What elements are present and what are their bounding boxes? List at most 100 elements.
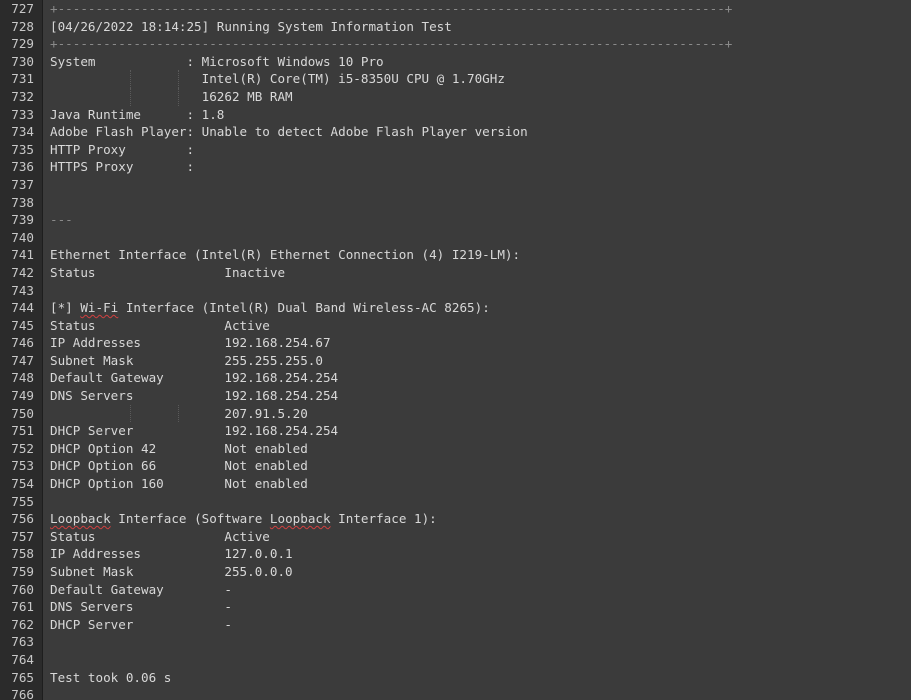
text-segment: [*] bbox=[50, 300, 81, 316]
line-number: 744 bbox=[11, 300, 34, 316]
code-line: 735 HTTP Proxy : bbox=[0, 141, 911, 159]
line-text: Subnet Mask 255.255.255.0 bbox=[50, 352, 323, 368]
line-number: 762 bbox=[11, 616, 34, 632]
text-segment: Interface (Intel(R) Dual Band Wireless-A… bbox=[118, 300, 490, 316]
code-line: 753 DHCP Option 66 Not enabled bbox=[0, 457, 911, 475]
code-line: 746 IP Addresses 192.168.254.67 bbox=[0, 334, 911, 352]
line-number: 728 bbox=[11, 18, 34, 34]
line-text: +---------------------------------------… bbox=[50, 1, 733, 16]
line-text: +---------------------------------------… bbox=[50, 36, 733, 52]
code-line: 762 DHCP Server - bbox=[0, 616, 911, 634]
code-line: 739 --- bbox=[0, 211, 911, 229]
line-text: Java Runtime : 1.8 bbox=[50, 106, 225, 122]
line-text: Status Active bbox=[50, 317, 270, 333]
code-line: 766 bbox=[0, 686, 911, 700]
indent-guide bbox=[178, 70, 179, 88]
code-line: 742 Status Inactive bbox=[0, 264, 911, 282]
line-text: Loopback Interface (Software Loopback In… bbox=[50, 510, 437, 528]
code-line: 749 DNS Servers 192.168.254.254 bbox=[0, 387, 911, 405]
line-text: Status Inactive bbox=[50, 264, 286, 280]
code-line: 734 Adobe Flash Player: Unable to detect … bbox=[0, 123, 911, 141]
code-line: 750 207.91.5.20 bbox=[0, 404, 911, 423]
code-line: 740 bbox=[0, 229, 911, 247]
code-line: 756 Loopback Interface (Software Loopback… bbox=[0, 510, 911, 528]
line-number: 766 bbox=[11, 687, 34, 700]
line-number: 735 bbox=[11, 141, 34, 157]
code-line: 732 16262 MB RAM bbox=[0, 87, 911, 106]
line-text: Default Gateway 192.168.254.254 bbox=[50, 370, 339, 386]
line-number: 760 bbox=[11, 581, 34, 597]
code-line: 729 +------------------------------------… bbox=[0, 35, 911, 53]
code-area[interactable]: 727 +------------------------------------… bbox=[0, 0, 911, 700]
code-line: 731 Intel(R) Core(TM) i5-8350U CPU @ 1.7… bbox=[0, 70, 911, 88]
line-number: 765 bbox=[11, 669, 34, 685]
line-number: 738 bbox=[11, 194, 34, 210]
line-number: 743 bbox=[11, 282, 34, 298]
code-line: 765 Test took 0.06 s bbox=[0, 669, 911, 687]
code-line: 754 DHCP Option 160 Not enabled bbox=[0, 475, 911, 493]
code-line: 761 DNS Servers - bbox=[0, 598, 911, 616]
line-text: Test took 0.06 s bbox=[50, 669, 172, 685]
line-number: 751 bbox=[11, 423, 34, 439]
line-number: 755 bbox=[11, 493, 34, 509]
indent-guide bbox=[130, 87, 131, 106]
line-text: DHCP Option 160 Not enabled bbox=[50, 476, 308, 492]
code-line: 759 Subnet Mask 255.0.0.0 bbox=[0, 563, 911, 581]
line-number: 754 bbox=[11, 476, 34, 492]
code-line: 764 bbox=[0, 651, 911, 669]
code-line: 733 Java Runtime : 1.8 bbox=[0, 106, 911, 124]
code-line: 745 Status Active bbox=[0, 317, 911, 335]
line-number: 750 bbox=[11, 405, 34, 421]
indent-guide bbox=[178, 87, 179, 106]
code-line: 748 Default Gateway 192.168.254.254 bbox=[0, 369, 911, 387]
line-text: Subnet Mask 255.0.0.0 bbox=[50, 564, 293, 579]
line-number: 748 bbox=[11, 370, 34, 386]
code-line: 727 +------------------------------------… bbox=[0, 0, 911, 18]
code-line: 728 [04/26/2022 18:14:25] Running System … bbox=[0, 18, 911, 36]
line-text: [04/26/2022 18:14:25] Running System Inf… bbox=[50, 18, 452, 34]
line-text: DNS Servers 192.168.254.254 bbox=[50, 388, 339, 404]
line-text: DNS Servers - bbox=[50, 599, 232, 615]
code-line: 758 IP Addresses 127.0.0.1 bbox=[0, 545, 911, 563]
code-line: 760 Default Gateway - bbox=[0, 581, 911, 599]
line-text: 16262 MB RAM bbox=[50, 88, 293, 104]
indent-guide bbox=[130, 404, 131, 423]
code-line: 757 Status Active bbox=[0, 528, 911, 546]
code-line: 752 DHCP Option 42 Not enabled bbox=[0, 440, 911, 458]
line-text: Intel(R) Core(TM) i5-8350U CPU @ 1.70GHz bbox=[50, 71, 505, 87]
code-line: 763 bbox=[0, 633, 911, 651]
text-segment: Interface (Software bbox=[110, 511, 270, 527]
line-number: 749 bbox=[11, 388, 34, 404]
line-number: 756 bbox=[11, 511, 34, 527]
spellcheck-word: Loopback bbox=[50, 511, 111, 527]
line-number: 745 bbox=[11, 317, 34, 333]
line-number: 736 bbox=[11, 159, 34, 175]
line-number: 741 bbox=[11, 247, 34, 263]
line-number: 752 bbox=[11, 440, 34, 456]
line-text: HTTPS Proxy : bbox=[50, 159, 195, 175]
line-number: 742 bbox=[11, 264, 34, 280]
line-text: DHCP Server - bbox=[50, 616, 232, 632]
line-number: 747 bbox=[11, 352, 34, 368]
indent-guide bbox=[178, 404, 179, 423]
code-line: 744 [*] Wi-Fi Interface (Intel(R) Dual Ba… bbox=[0, 299, 911, 317]
line-number: 730 bbox=[11, 53, 34, 69]
code-line: 747 Subnet Mask 255.255.255.0 bbox=[0, 352, 911, 370]
code-line: 736 HTTPS Proxy : bbox=[0, 158, 911, 176]
line-number: 739 bbox=[11, 212, 34, 228]
line-number: 758 bbox=[11, 546, 34, 562]
line-text: System : Microsoft Windows 10 Pro bbox=[50, 53, 384, 69]
code-line: 741 Ethernet Interface (Intel(R) Ethernet… bbox=[0, 246, 911, 264]
line-number: 733 bbox=[11, 106, 34, 122]
code-line: 755 bbox=[0, 493, 911, 511]
code-line: 751 DHCP Server 192.168.254.254 bbox=[0, 422, 911, 440]
line-text: Default Gateway - bbox=[50, 581, 232, 597]
text-editor[interactable]: 727 +------------------------------------… bbox=[0, 0, 911, 700]
line-number: 732 bbox=[11, 88, 34, 104]
line-text: DHCP Server 192.168.254.254 bbox=[50, 423, 339, 439]
line-number: 734 bbox=[11, 124, 34, 140]
line-number: 740 bbox=[11, 229, 34, 245]
line-text: --- bbox=[50, 212, 73, 228]
spellcheck-word: Wi-Fi bbox=[80, 300, 119, 316]
line-text: Status Active bbox=[50, 528, 270, 544]
